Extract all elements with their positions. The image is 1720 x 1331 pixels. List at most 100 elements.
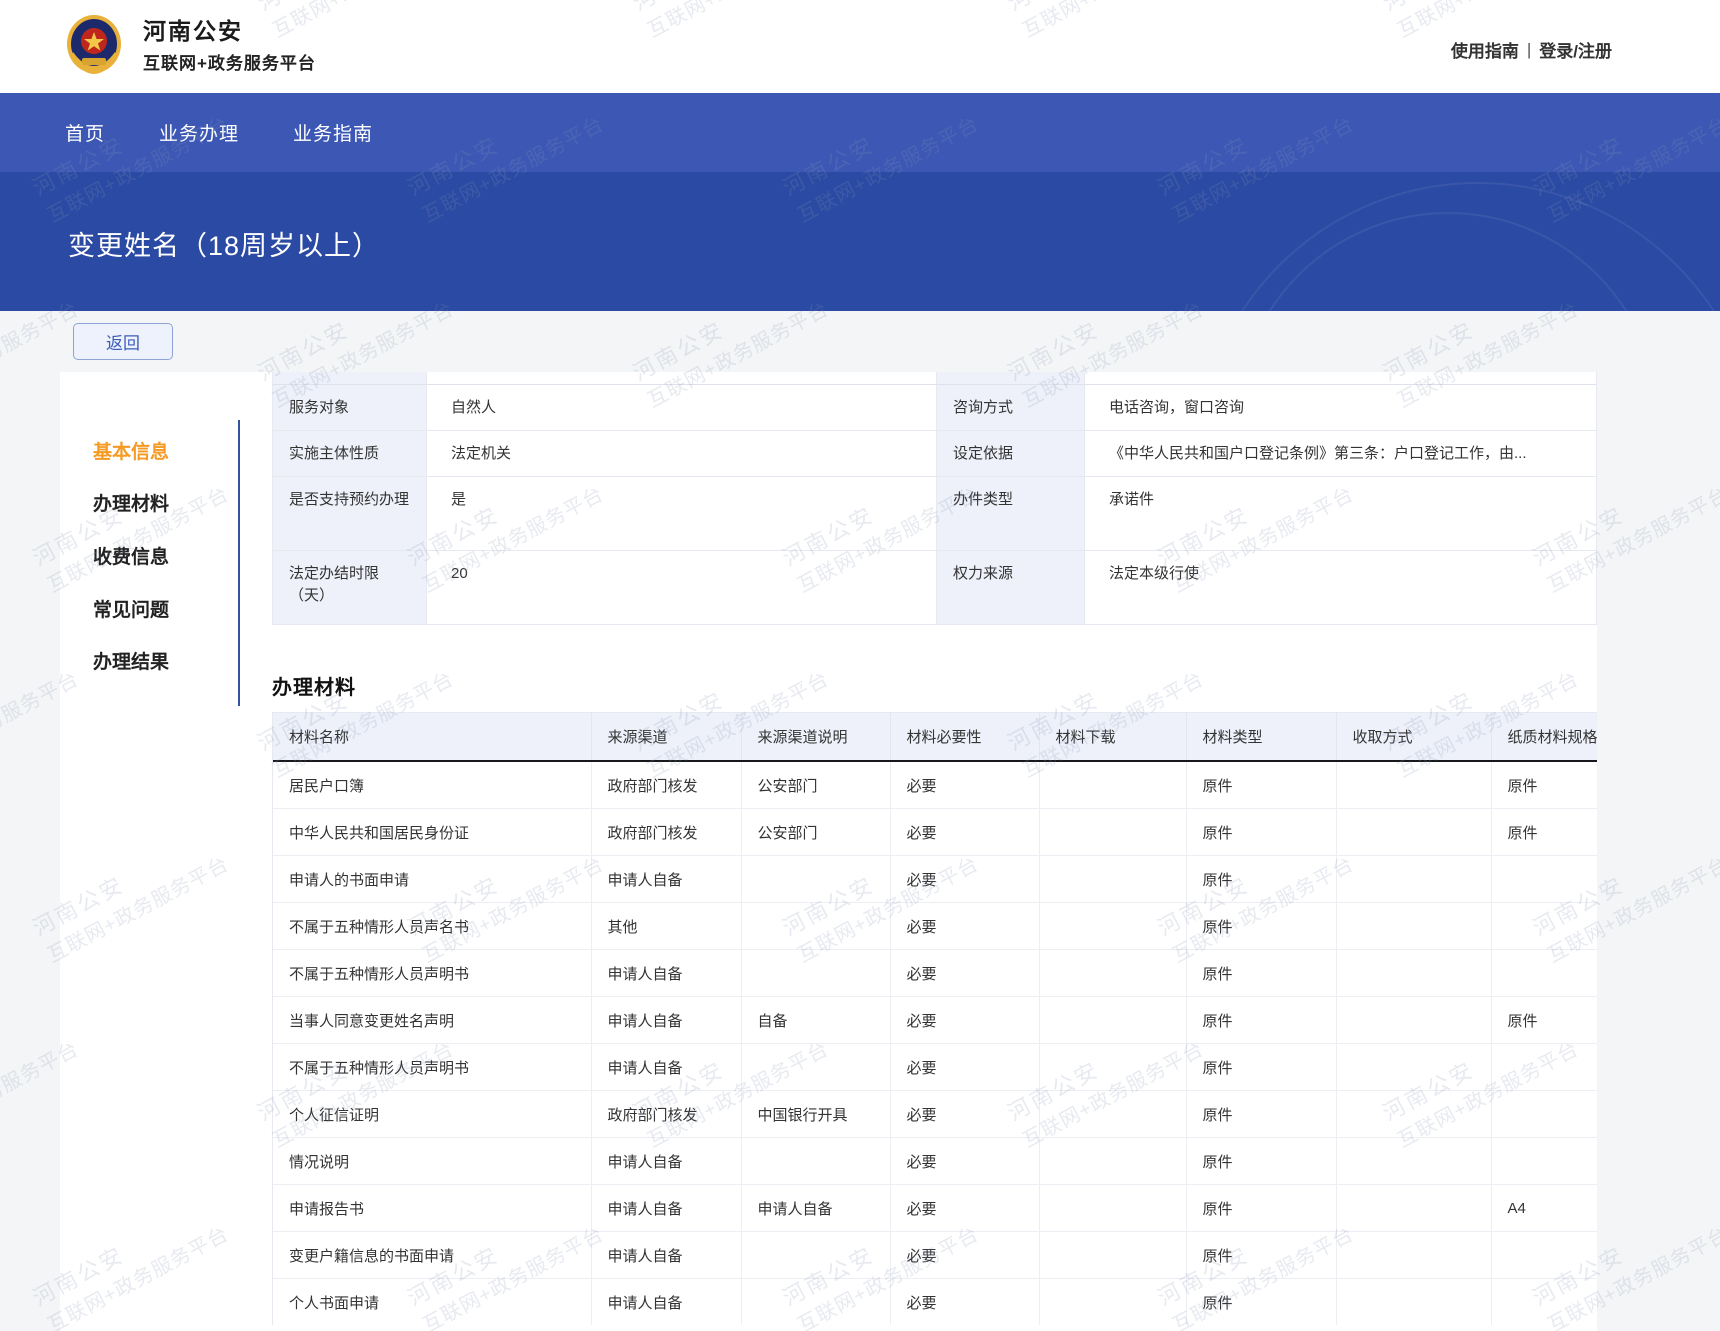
table-cell [1336, 1184, 1492, 1232]
table-cell [1039, 1278, 1187, 1325]
brand-subtitle: 互联网+政务服务平台 [143, 54, 316, 73]
table-cell: 申请人自备 [591, 996, 742, 1044]
table-cell [1491, 949, 1597, 997]
table-cell [1039, 1090, 1187, 1138]
table-cell: 公安部门 [741, 761, 891, 809]
materials-heading: 办理材料 [272, 677, 356, 699]
back-button[interactable]: 返回 [73, 323, 173, 360]
table-cell [1336, 1278, 1492, 1325]
table-cell [741, 855, 891, 903]
table-row: 中华人民共和国居民身份证 政府部门核发 公安部门 必要 原件 原件 [273, 808, 1597, 856]
info-value: 《中华人民共和国户口登记条例》第三条：户口登记工作，由... [1085, 431, 1597, 477]
table-cell: 必要 [890, 1043, 1040, 1091]
table-cell: 申请人的书面申请 [273, 855, 592, 903]
table-cell: 政府部门核发 [591, 1090, 742, 1138]
table-cell: 必要 [890, 855, 1040, 903]
user-guide-link[interactable]: 使用指南 [1451, 37, 1519, 62]
info-label: 是否支持预约办理 [272, 477, 427, 551]
table-cell [1336, 1137, 1492, 1185]
sidebar-item-basic-info[interactable]: 基本信息 [93, 437, 169, 463]
materials-header-row: 材料名称 来源渠道 来源渠道说明 材料必要性 材料下载 材料类型 收取方式 纸质材料规格 [273, 712, 1597, 762]
police-emblem-icon [67, 15, 121, 74]
table-row: 变更户籍信息的书面申请 申请人自备 必要 原件 [273, 1231, 1597, 1279]
page-banner: 变更姓名（18周岁以上） [0, 172, 1720, 311]
table-cell: A4 [1491, 1184, 1597, 1232]
table-cell [741, 1137, 891, 1185]
table-cell: 原件 [1186, 761, 1337, 809]
materials-column-header: 材料类型 [1186, 712, 1337, 762]
header-links: 使用指南 | 登录/注册 [1451, 37, 1612, 62]
table-row: 申请报告书 申请人自备 申请人自备 必要 原件 A4 [273, 1184, 1597, 1232]
table-cell: 原件 [1186, 902, 1337, 950]
table-cell [1336, 1043, 1492, 1091]
sidebar-item-materials[interactable]: 办理材料 [93, 489, 169, 515]
materials-table-scroll[interactable]: 材料名称 来源渠道 来源渠道说明 材料必要性 材料下载 材料类型 收取方式 纸质材料规格 居民… [272, 712, 1597, 1325]
table-cell: 原件 [1186, 1184, 1337, 1232]
main-nav: 首页 业务办理 业务指南 [0, 93, 1720, 172]
sidebar-item-fees[interactable]: 收费信息 [93, 542, 169, 568]
brand-text: 河南公安 互联网+政务服务平台 [143, 18, 316, 74]
table-cell: 必要 [890, 902, 1040, 950]
table-cell: 申请人自备 [591, 1043, 742, 1091]
table-cell [937, 372, 1085, 385]
table-cell: 必要 [890, 761, 1040, 809]
sidebar-item-results[interactable]: 办理结果 [93, 647, 169, 673]
table-cell: 原件 [1186, 1231, 1337, 1279]
brand: 河南公安 互联网+政务服务平台 [65, 14, 316, 78]
table-cell [1491, 1043, 1597, 1091]
table-row: 情况说明 申请人自备 必要 原件 [273, 1137, 1597, 1185]
table-cell [1039, 996, 1187, 1044]
nav-item-business-guide[interactable]: 业务指南 [293, 119, 373, 146]
table-cell: 原件 [1491, 808, 1597, 856]
table-cell [1336, 902, 1492, 950]
table-cell [1491, 1278, 1597, 1325]
link-separator: | [1526, 39, 1532, 59]
table-cell: 必要 [890, 1184, 1040, 1232]
table-cell [1039, 1231, 1187, 1279]
materials-column-header: 来源渠道说明 [741, 712, 891, 762]
table-cell: 必要 [890, 996, 1040, 1044]
table-row: 申请人的书面申请 申请人自备 必要 原件 [273, 855, 1597, 903]
info-value: 20 [427, 551, 937, 625]
sidebar-item-faq[interactable]: 常见问题 [93, 595, 169, 621]
info-label: 服务对象 [272, 385, 427, 431]
table-cell: 申请人自备 [741, 1184, 891, 1232]
table-cell: 必要 [890, 1137, 1040, 1185]
table-cell: 原件 [1186, 808, 1337, 856]
table-cell [1491, 1137, 1597, 1185]
table-cell [1039, 902, 1187, 950]
materials-table: 材料名称 来源渠道 来源渠道说明 材料必要性 材料下载 材料类型 收取方式 纸质材料规格 居民… [273, 712, 1597, 1325]
table-cell [741, 949, 891, 997]
table-row: 不属于五种情形人员声名书 其他 必要 原件 [273, 902, 1597, 950]
nav-item-home[interactable]: 首页 [65, 119, 105, 146]
table-cell: 原件 [1186, 949, 1337, 997]
table-cell [741, 1278, 891, 1325]
table-cell [427, 372, 937, 385]
table-cell: 申请人自备 [591, 855, 742, 903]
login-register-link[interactable]: 登录/注册 [1539, 37, 1612, 62]
table-cell: 政府部门核发 [591, 761, 742, 809]
table-cell [1336, 949, 1492, 997]
materials-column-header: 材料下载 [1039, 712, 1187, 762]
table-cell: 申请人自备 [591, 949, 742, 997]
basic-info-table: 服务对象 自然人 咨询方式 电话咨询，窗口咨询 实施主体性质 法定机关 设定依据… [272, 372, 1597, 625]
table-cell: 必要 [890, 1278, 1040, 1325]
table-cell [1336, 1090, 1492, 1138]
table-cell: 申请人自备 [591, 1278, 742, 1325]
table-cell [741, 1043, 891, 1091]
table-row: 不属于五种情形人员声明书 申请人自备 必要 原件 [273, 1043, 1597, 1091]
materials-column-header: 纸质材料规格 [1491, 712, 1597, 762]
materials-column-header: 材料必要性 [890, 712, 1040, 762]
info-label: 办件类型 [937, 477, 1085, 551]
table-cell: 政府部门核发 [591, 808, 742, 856]
table-cell: 必要 [890, 808, 1040, 856]
table-cell [1491, 855, 1597, 903]
table-cell [1336, 996, 1492, 1044]
table-cell [1336, 855, 1492, 903]
table-cell [1491, 1090, 1597, 1138]
table-cell: 自备 [741, 996, 891, 1044]
info-label: 法定办结时限（天） [272, 551, 427, 625]
table-cell [1491, 902, 1597, 950]
nav-item-business-handling[interactable]: 业务办理 [159, 119, 239, 146]
info-value: 自然人 [427, 385, 937, 431]
